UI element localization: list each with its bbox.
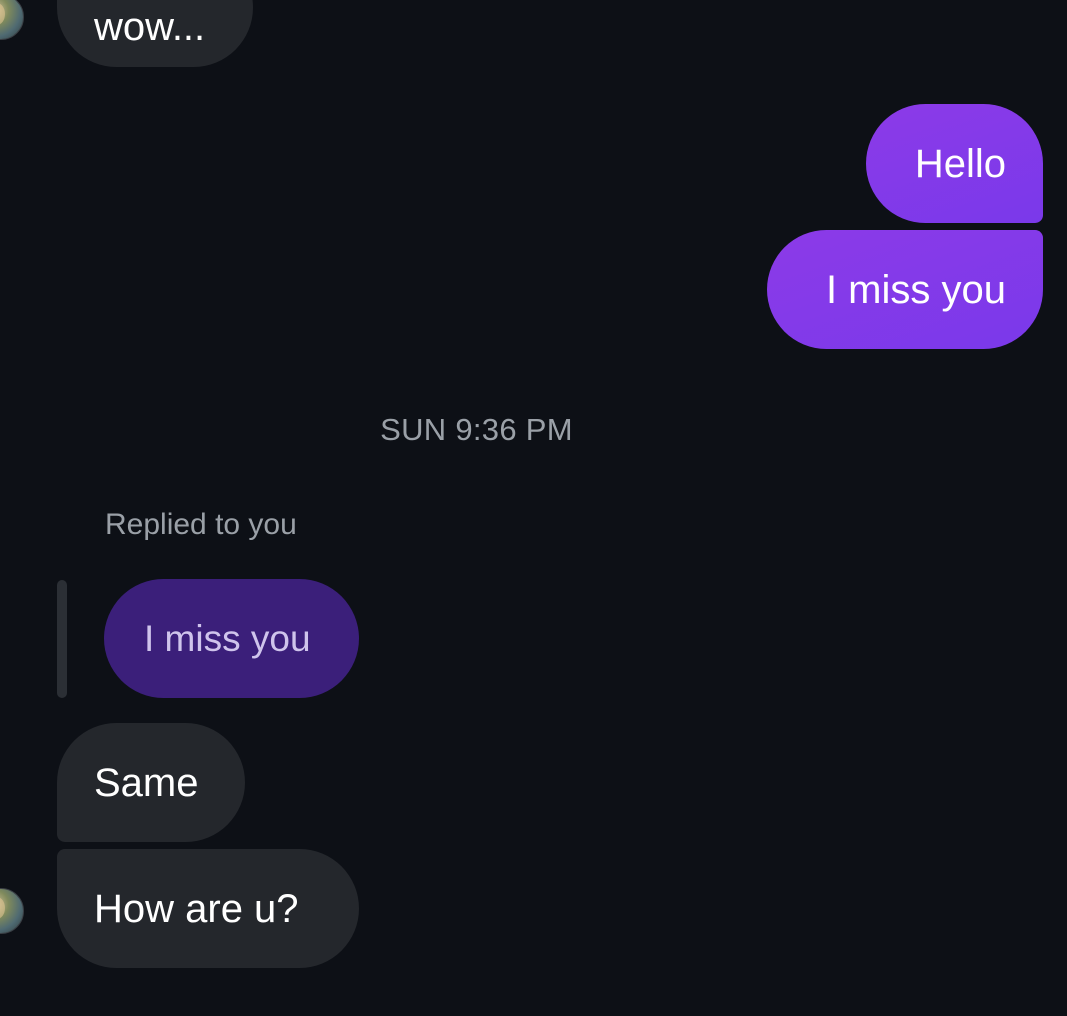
message-text: wow... bbox=[94, 4, 206, 49]
received-message-bubble[interactable]: Same bbox=[57, 723, 245, 842]
quoted-message-bubble[interactable]: I miss you bbox=[104, 579, 359, 698]
message-text: Hello bbox=[914, 141, 1006, 186]
message-text: How are u? bbox=[94, 886, 299, 931]
sent-message-bubble[interactable]: Hello bbox=[866, 104, 1043, 223]
received-message-bubble[interactable]: wow... bbox=[57, 0, 253, 67]
sent-message-bubble[interactable]: I miss you bbox=[767, 230, 1043, 349]
message-thread: wow... Hello I miss you SUN 9:36 PM Repl… bbox=[0, 0, 1067, 1016]
message-text: I miss you bbox=[825, 267, 1006, 312]
reply-label: Replied to you bbox=[105, 508, 297, 541]
quoted-message-text: I miss you bbox=[144, 618, 311, 659]
contact-avatar[interactable] bbox=[0, 888, 24, 934]
message-text: Same bbox=[94, 760, 199, 805]
reply-indicator-bar bbox=[57, 580, 67, 698]
received-message-bubble[interactable]: How are u? bbox=[57, 849, 359, 968]
contact-avatar[interactable] bbox=[0, 0, 24, 40]
message-timestamp: SUN 9:36 PM bbox=[380, 412, 573, 447]
